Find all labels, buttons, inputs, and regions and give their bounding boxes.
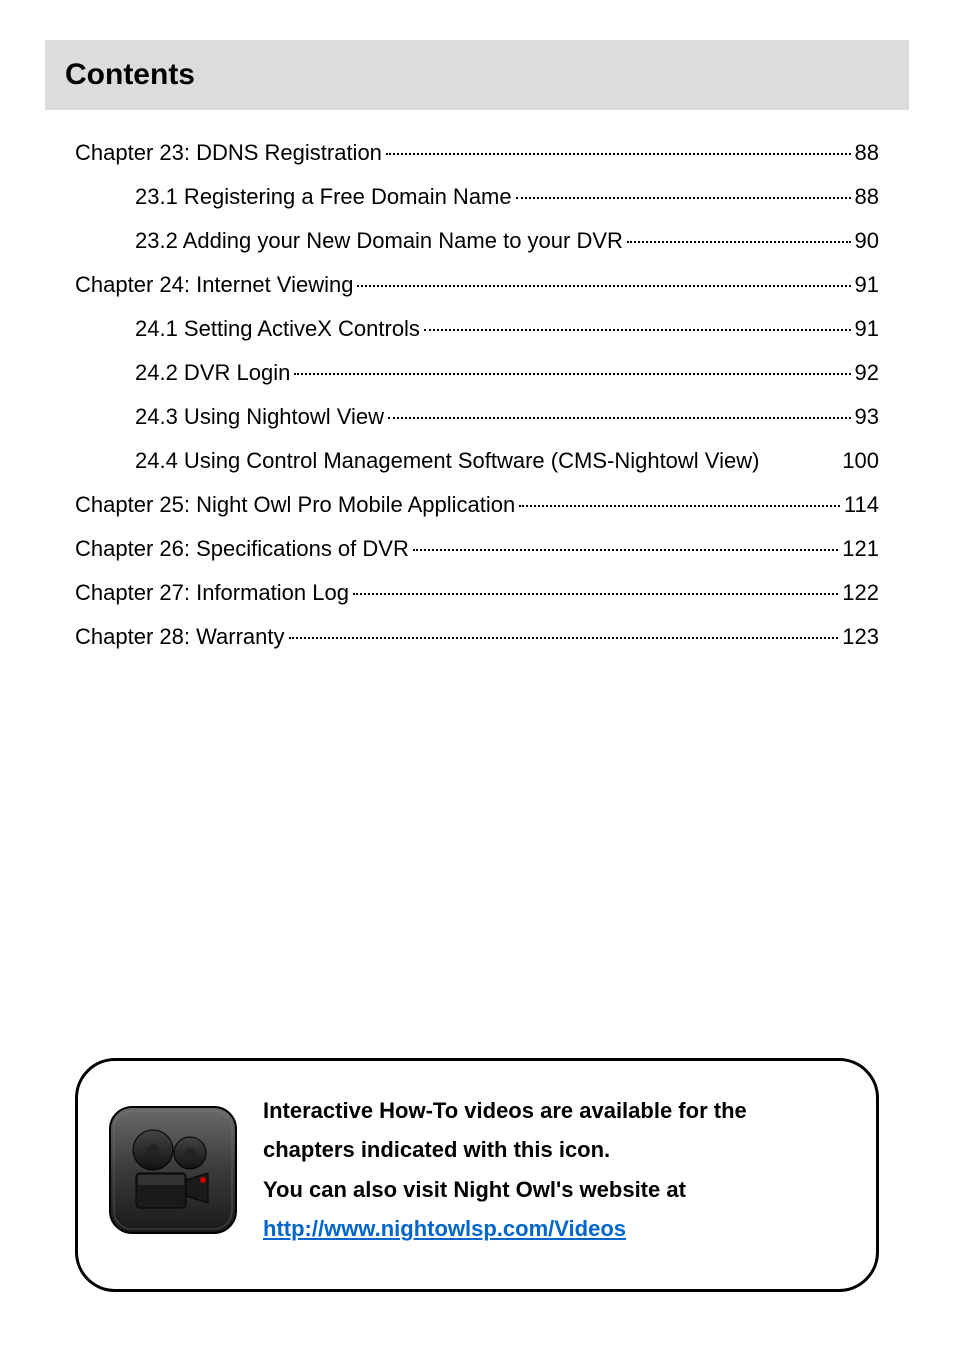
toc-dots (413, 549, 838, 551)
toc-dots (357, 285, 850, 287)
toc-entry[interactable]: 24.3 Using Nightowl View 93 (75, 404, 879, 430)
toc-dots (353, 593, 838, 595)
toc-entry[interactable]: Chapter 23: DDNS Registration 88 (75, 140, 879, 166)
toc-label: 24.4 Using Control Management Software (… (135, 448, 842, 474)
toc-page: 88 (855, 140, 879, 166)
callout-link[interactable]: http://www.nightowlsp.com/Videos (263, 1216, 626, 1241)
toc-dots (289, 637, 839, 639)
toc-entry[interactable]: 24.2 DVR Login 92 (75, 360, 879, 386)
toc-label: Chapter 27: Information Log (75, 580, 349, 606)
toc-page: 123 (842, 624, 879, 650)
page-title: Contents (65, 58, 909, 92)
toc-label: 24.2 DVR Login (135, 360, 290, 386)
toc-entry[interactable]: Chapter 25: Night Owl Pro Mobile Applica… (75, 492, 879, 518)
callout-box: Interactive How-To videos are available … (75, 1058, 879, 1292)
toc-entry[interactable]: 23.2 Adding your New Domain Name to your… (75, 228, 879, 254)
toc-page: 114 (844, 492, 879, 518)
toc-entry[interactable]: Chapter 24: Internet Viewing 91 (75, 272, 879, 298)
toc-dots (388, 417, 850, 419)
toc-label: 23.2 Adding your New Domain Name to your… (135, 228, 623, 254)
toc-label: Chapter 23: DDNS Registration (75, 140, 382, 166)
callout-line: chapters indicated with this icon. (263, 1130, 747, 1170)
callout-text: Interactive How-To videos are available … (263, 1091, 747, 1249)
toc-page: 91 (855, 316, 879, 342)
toc-entry[interactable]: 23.1 Registering a Free Domain Name 88 (75, 184, 879, 210)
toc-label: Chapter 26: Specifications of DVR (75, 536, 409, 562)
toc-page: 92 (855, 360, 879, 386)
table-of-contents: Chapter 23: DDNS Registration8823.1 Regi… (65, 140, 889, 650)
toc-page: 100 (842, 448, 879, 474)
toc-dots (294, 373, 850, 375)
toc-page: 93 (855, 404, 879, 430)
toc-label: Chapter 25: Night Owl Pro Mobile Applica… (75, 492, 515, 518)
toc-label: 24.3 Using Nightowl View (135, 404, 384, 430)
toc-entry[interactable]: Chapter 28: Warranty 123 (75, 624, 879, 650)
toc-dots (386, 153, 851, 155)
toc-page: 90 (855, 228, 879, 254)
toc-entry[interactable]: Chapter 26: Specifications of DVR 121 (75, 536, 879, 562)
toc-dots (627, 241, 851, 243)
callout-line: You can also visit Night Owl's website a… (263, 1170, 747, 1210)
toc-page: 121 (842, 536, 879, 562)
video-camera-icon (108, 1105, 238, 1235)
toc-page: 122 (842, 580, 879, 606)
toc-label: 23.1 Registering a Free Domain Name (135, 184, 512, 210)
toc-entry[interactable]: Chapter 27: Information Log 122 (75, 580, 879, 606)
toc-dots (519, 505, 840, 507)
toc-label: 24.1 Setting ActiveX Controls (135, 316, 420, 342)
toc-page: 88 (855, 184, 879, 210)
toc-label: Chapter 24: Internet Viewing (75, 272, 353, 298)
toc-dots (424, 329, 851, 331)
callout-line: Interactive How-To videos are available … (263, 1091, 747, 1131)
toc-label: Chapter 28: Warranty (75, 624, 285, 650)
contents-header: Contents (45, 40, 909, 110)
toc-entry[interactable]: 24.4 Using Control Management Software (… (75, 448, 879, 474)
toc-page: 91 (855, 272, 879, 298)
toc-dots (516, 197, 851, 199)
toc-entry[interactable]: 24.1 Setting ActiveX Controls 91 (75, 316, 879, 342)
